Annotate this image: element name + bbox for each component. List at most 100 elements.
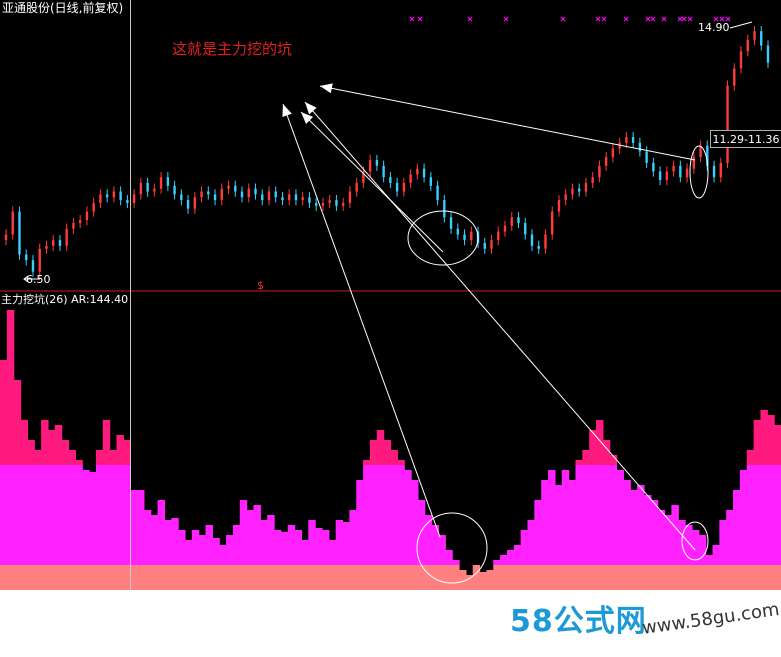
candle [207,186,210,200]
indicator-bar [308,520,316,590]
candle [45,240,48,254]
indicator-bar [582,450,590,590]
candle [658,166,662,186]
candle [294,189,298,206]
candle [132,189,136,209]
indicator-bar [369,440,378,590]
signal-marker: $ [257,279,264,292]
candle [422,163,426,183]
candle [443,194,446,223]
candle [726,80,729,169]
indicator-bar [417,500,426,590]
candle [58,235,62,252]
watermark-url: www.58gu.com [640,598,781,640]
indicator-bar [95,450,104,590]
candle [261,189,264,206]
indicator-bar [774,425,781,590]
candle [321,197,325,211]
indicator-bar [34,450,42,590]
candle [52,235,55,252]
candle [746,34,749,57]
candle [389,172,392,189]
candle [159,172,163,194]
candle [267,186,271,206]
annotation-arrows [282,83,696,551]
indicator-bar [198,535,207,590]
candle [112,186,116,203]
high-marker-arrow [729,21,753,29]
candle [557,194,561,217]
indicator-bar [0,360,8,590]
candle [429,172,433,191]
chart-stage: 亚通股份(日线,前复权) 这就是主力挖的坑 14.90 6.50 11.29-1… [0,0,781,657]
candle [78,214,82,229]
indicator-bars [0,310,781,590]
indicator-bar [376,430,385,590]
candle [288,189,291,206]
indicator-bar [61,440,70,590]
x-marker [661,16,667,22]
indicator-bar [328,540,337,590]
candle [524,217,527,240]
candle [416,163,419,180]
indicator-bar [41,420,49,590]
candle [598,160,601,183]
candle [679,160,682,183]
candle [510,212,513,232]
x-marker [687,16,693,22]
indicator-bar [671,505,679,590]
indicator-bar [335,520,344,590]
candle [173,180,176,200]
candle [274,186,277,203]
candle [11,206,14,240]
indicator-bar [280,532,289,590]
candle [395,177,399,197]
indicator-bar [513,545,522,590]
indicator-bar [452,560,460,590]
candle [517,212,520,229]
indicator-bar [568,480,577,590]
indicator-bar [171,518,179,590]
candle [571,183,574,200]
indicator-bar [13,380,22,590]
candle [186,194,190,214]
x-marker [560,16,566,22]
candle [328,194,331,209]
indicator-bar [294,530,303,590]
indicator-bar [479,572,488,590]
price-range-box: 11.29-11.36 [710,130,781,148]
indicator-bar [643,495,652,590]
candle [99,189,102,209]
candle [254,183,257,200]
indicator-bar [733,490,741,590]
candle [368,154,372,177]
candle [4,229,8,246]
candle [436,180,439,206]
candle [739,46,743,74]
candle [234,180,237,197]
candle [409,169,412,189]
indicator-label: 主力挖坑(26) AR:144.40 [1,293,129,306]
indicator-bar [274,530,282,590]
indicator-bar [356,480,364,590]
indicator-bar [760,410,768,590]
candle [537,240,540,254]
indicator-bar [596,420,604,590]
indicator-bar [698,535,707,590]
candle [119,186,122,206]
candle [92,197,95,217]
candle [591,172,594,189]
indicator-bar [472,565,481,590]
indicator-bar [321,530,330,590]
candle [375,154,379,171]
indicator-bar [554,485,563,590]
indicator-bar [548,470,556,590]
indicator-bar [500,555,508,590]
indicator-bar [411,480,419,590]
candle [584,177,588,197]
indicator-bar [534,500,542,590]
candle [247,183,250,203]
indicator-bar [609,455,618,590]
candle [126,194,129,209]
x-marker [623,16,629,22]
